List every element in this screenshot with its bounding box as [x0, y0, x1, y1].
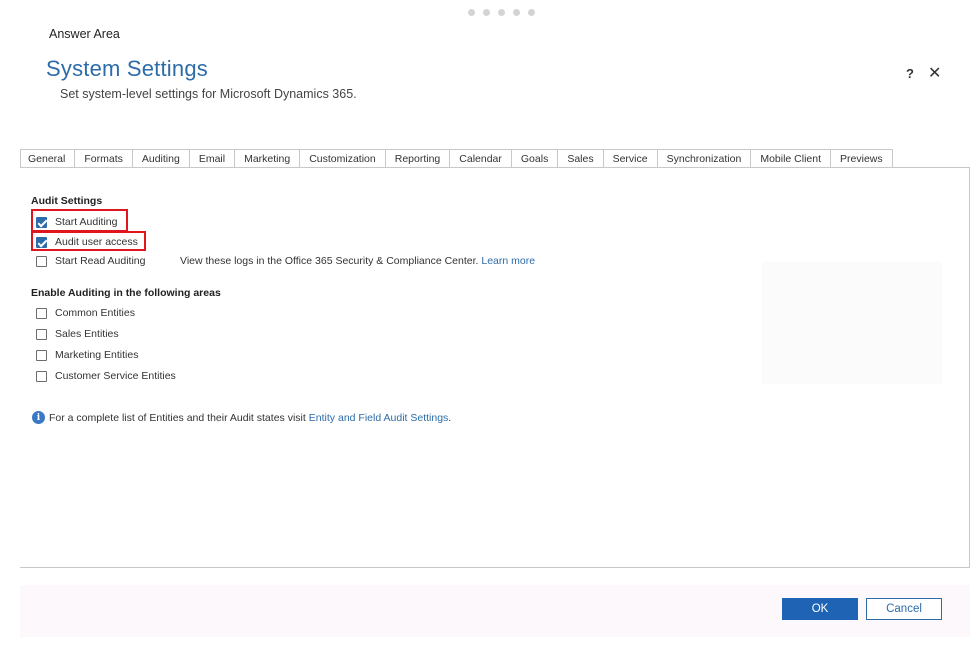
tab-marketing[interactable]: Marketing	[235, 149, 301, 168]
carousel-dots	[468, 9, 535, 16]
tab-goals[interactable]: Goals	[511, 149, 559, 168]
sales-entities-checkbox[interactable]	[36, 328, 47, 340]
tab-calendar[interactable]: Calendar	[450, 149, 512, 168]
help-icon[interactable]: ?	[906, 66, 914, 81]
start-read-auditing-checkbox[interactable]	[36, 255, 47, 267]
carousel-dot	[483, 9, 490, 16]
tab-reporting[interactable]: Reporting	[385, 149, 451, 168]
carousel-dot	[513, 9, 520, 16]
close-icon[interactable]: ✕	[928, 63, 941, 83]
tab-previews[interactable]: Previews	[831, 149, 893, 168]
start-read-auditing-row: Start Read Auditing	[36, 255, 145, 267]
marketing-entities-row: Marketing Entities	[36, 349, 138, 361]
carousel-dot	[468, 9, 475, 16]
marketing-entities-label: Marketing Entities	[55, 349, 139, 361]
learn-more-link[interactable]: Learn more	[481, 255, 535, 267]
common-entities-label: Common Entities	[55, 307, 135, 319]
highlight-box	[31, 231, 146, 251]
common-entities-row: Common Entities	[36, 307, 135, 319]
customer-service-entities-row: Customer Service Entities	[36, 370, 176, 382]
page-title: System Settings	[46, 56, 208, 81]
start-read-auditing-label: Start Read Auditing	[55, 255, 146, 267]
info-text: For a complete list of Entities and thei…	[49, 411, 306, 424]
sales-entities-row: Sales Entities	[36, 328, 119, 340]
answer-area-label: Answer Area	[49, 27, 120, 41]
highlight-box	[31, 209, 128, 232]
tab-service[interactable]: Service	[603, 149, 658, 168]
audit-settings-heading: Audit Settings	[31, 195, 103, 207]
info-row: i For a complete list of Entities and th…	[32, 411, 451, 424]
marketing-entities-checkbox[interactable]	[36, 349, 47, 361]
common-entities-checkbox[interactable]	[36, 307, 47, 319]
tab-email[interactable]: Email	[189, 149, 236, 168]
panel-border	[969, 167, 970, 567]
tab-divider	[20, 167, 970, 168]
tab-customization[interactable]: Customization	[300, 149, 386, 168]
sales-entities-label: Sales Entities	[55, 328, 119, 340]
info-icon: i	[32, 411, 45, 424]
enable-areas-heading: Enable Auditing in the following areas	[31, 287, 221, 299]
page-subtitle: Set system-level settings for Microsoft …	[60, 87, 357, 101]
panel-shade	[762, 262, 942, 384]
customer-service-entities-checkbox[interactable]	[36, 370, 47, 382]
tab-formats[interactable]: Formats	[75, 149, 133, 168]
tab-mobile-client[interactable]: Mobile Client	[751, 149, 832, 168]
ok-button[interactable]: OK	[782, 598, 858, 620]
carousel-dot	[528, 9, 535, 16]
read-note-text: View these logs in the Office 365 Securi…	[180, 255, 479, 267]
content-divider	[20, 567, 970, 568]
customer-service-entities-label: Customer Service Entities	[55, 370, 176, 382]
info-tail: .	[448, 411, 452, 424]
tab-general[interactable]: General	[20, 149, 76, 168]
tab-synchronization[interactable]: Synchronization	[657, 149, 752, 168]
tab-sales[interactable]: Sales	[558, 149, 604, 168]
entity-field-audit-settings-link[interactable]: Entity and Field Audit Settings	[309, 412, 449, 424]
settings-tabs: General Formats Auditing Email Marketing…	[20, 149, 893, 168]
cancel-button[interactable]: Cancel	[866, 598, 942, 620]
tab-auditing[interactable]: Auditing	[132, 149, 190, 168]
carousel-dot	[498, 9, 505, 16]
read-auditing-note: View these logs in the Office 365 Securi…	[180, 255, 535, 267]
